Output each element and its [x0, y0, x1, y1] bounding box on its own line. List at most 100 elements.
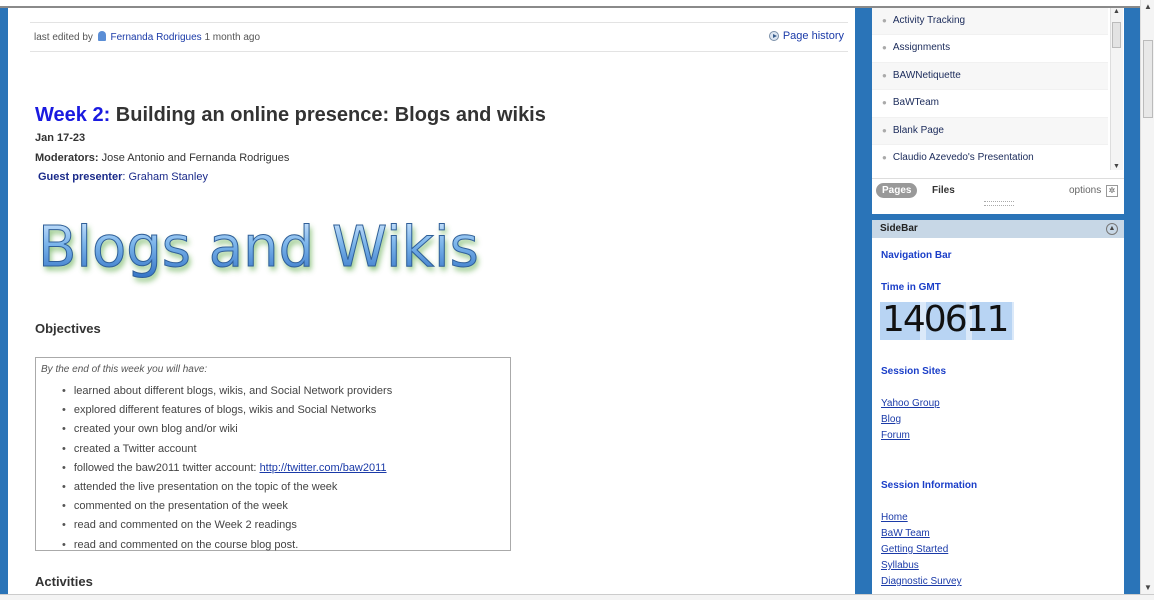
page-list-label: Activity Tracking	[892, 15, 966, 26]
pages-panel: ● Activity Tracking ● Assignments ● BAWNetiqu…	[872, 8, 1124, 214]
page-list-item[interactable]: ● Blank Page	[872, 117, 1108, 145]
objective-item: created your own blog and/or wiki	[62, 420, 392, 439]
edit-info-bar: last edited by Fernanda Rodrigues 1 mont…	[30, 22, 848, 52]
week-label: Week 2:	[35, 104, 111, 126]
objectives-intro: By the end of this week you will have:	[41, 364, 208, 375]
syllabus-link[interactable]: Syllabus	[881, 560, 919, 571]
gmt-clock: 140611	[880, 299, 1014, 340]
scroll-down-arrow-icon[interactable]: ▼	[1144, 583, 1152, 592]
options-label: options	[1068, 185, 1102, 196]
sidebar-header: SideBar ▲	[872, 220, 1124, 238]
scroll-down-arrow-icon[interactable]: ▼	[1113, 163, 1120, 170]
page-list-item[interactable]: ● Activity Tracking	[872, 8, 1108, 36]
bullet-icon: ●	[882, 98, 887, 108]
page-list-label: Claudio Azevedo's Presentation	[892, 151, 1034, 163]
banner-text: Blogs and Wikis	[38, 215, 479, 280]
wiki-page-content: last edited by Fernanda Rodrigues 1 mont…	[24, 8, 854, 594]
objective-item: explored different features of blogs, wi…	[62, 401, 392, 420]
window-scrollbar[interactable]: ▲ ▼	[1140, 0, 1154, 594]
page-list-item[interactable]: ● BAWNetiquette	[872, 62, 1108, 91]
user-icon	[97, 31, 106, 41]
diagnostic-survey-link[interactable]: Diagnostic Survey	[881, 576, 962, 587]
edit-time: 1 month ago	[204, 32, 261, 43]
moderators-label: Moderators:	[35, 152, 99, 164]
getting-started-link[interactable]: Getting Started	[881, 544, 948, 555]
options-button[interactable]: options ✲	[1069, 185, 1118, 197]
page-list-label: Blank Page	[892, 124, 944, 136]
resize-grip[interactable]	[984, 201, 1014, 206]
guest-label: Guest presenter	[38, 171, 123, 183]
objective-text: learned about different blogs, wikis, an…	[73, 385, 393, 397]
page-list-label: BaWTeam	[892, 97, 939, 109]
clock-digits: 140611	[882, 299, 1009, 340]
moderators-line: Moderators: Jose Antonio and Fernanda Ro…	[35, 152, 289, 164]
last-edited-prefix: last edited by	[34, 32, 93, 43]
sidebar-title: SideBar	[880, 223, 918, 234]
scroll-up-arrow-icon[interactable]: ▲	[1144, 2, 1152, 11]
guest-presenter-line: Guest presenter: Graham Stanley	[38, 171, 208, 183]
week-title: Building an online presence: Blogs and w…	[115, 104, 546, 126]
objective-item: followed the baw2011 twitter account: ht…	[62, 459, 392, 478]
session-sites-heading: Session Sites	[881, 366, 947, 377]
tab-pages[interactable]: Pages	[876, 183, 918, 198]
objective-text: followed the baw2011 twitter account:	[73, 461, 257, 474]
objective-text: created a Twitter account	[73, 442, 197, 455]
sidebar-panel: SideBar ▲ Navigation Bar Time in GMT 140…	[872, 220, 1124, 594]
objectives-box: By the end of this week you will have: l…	[35, 357, 511, 551]
page-history-link[interactable]: Page history	[768, 30, 844, 42]
page-history-label: Page history	[782, 30, 844, 42]
navigation-bar-heading: Navigation Bar	[881, 250, 952, 261]
editor-link[interactable]: Fernanda Rodrigues	[111, 32, 202, 43]
objectives-list: learned about different blogs, wikis, an…	[62, 382, 392, 555]
blog-link[interactable]: Blog	[881, 414, 901, 425]
bullet-icon: ●	[882, 16, 887, 25]
page-list-item[interactable]: ● Assignments	[872, 35, 1108, 63]
guest-name: Graham Stanley	[128, 171, 208, 183]
forum-link[interactable]: Forum	[881, 430, 910, 441]
page-list-item[interactable]: ● Claudio Azevedo's Presentation	[872, 145, 1108, 170]
page-title: Week 2: Building an online presence: Blo…	[35, 104, 546, 127]
scroll-up-arrow-icon[interactable]: ▲	[1113, 8, 1120, 15]
session-information-heading: Session Information	[881, 480, 978, 491]
bullet-icon: ●	[882, 70, 887, 80]
baw-team-link[interactable]: BaW Team	[881, 528, 930, 539]
bullet-icon: ●	[882, 43, 887, 53]
activities-heading: Activities	[35, 574, 93, 589]
last-edited-text: last edited by Fernanda Rodrigues 1 mont…	[34, 31, 260, 43]
moderators-names: Jose Antonio and Fernanda Rodrigues	[101, 152, 290, 164]
week-dates: Jan 17-23	[35, 132, 86, 144]
gear-icon: ✲	[1106, 185, 1118, 197]
blogs-and-wikis-banner: Blogs and Wikis Blogs and Wikis	[38, 215, 481, 285]
page-list-label: BAWNetiquette	[892, 69, 961, 81]
objective-item: created a Twitter account	[62, 440, 392, 459]
history-icon	[768, 31, 779, 41]
pages-panel-footer: Pages Files options ✲	[872, 178, 1124, 203]
objective-text: attended the live presentation on the to…	[73, 481, 338, 494]
window-scroll-thumb[interactable]	[1143, 40, 1153, 118]
page-list-item[interactable]: ● BaWTeam	[872, 90, 1108, 118]
objective-item: read and commented on the course blog po…	[62, 536, 392, 555]
bullet-icon: ●	[882, 152, 887, 162]
bottom-status-strip	[0, 594, 1154, 600]
pages-scrollbar[interactable]: ▲ ▼	[1110, 8, 1123, 170]
home-link[interactable]: Home	[881, 512, 908, 523]
objective-text: read and commented on the Week 2 reading…	[73, 519, 297, 532]
bullet-icon: ●	[882, 125, 887, 135]
objective-text: read and commented on the course blog po…	[73, 538, 299, 551]
objective-text: commented on the presentation of the wee…	[73, 500, 288, 513]
page-list-label: Assignments	[892, 42, 951, 54]
twitter-link[interactable]: http://twitter.com/baw2011	[260, 462, 387, 474]
yahoo-group-link[interactable]: Yahoo Group	[881, 398, 940, 409]
right-column: ● Activity Tracking ● Assignments ● BAWNetiqu…	[860, 8, 1140, 594]
objectives-heading: Objectives	[35, 321, 101, 336]
pages-list: ● Activity Tracking ● Assignments ● BAWNetiqu…	[872, 8, 1108, 170]
objective-item: attended the live presentation on the to…	[62, 478, 392, 497]
time-gmt-heading: Time in GMT	[881, 282, 941, 293]
collapse-icon[interactable]: ▲	[1106, 223, 1118, 235]
objective-item: read and commented on the Week 2 reading…	[62, 516, 392, 535]
objective-text: created your own blog and/or wiki	[73, 423, 238, 436]
objective-text: explored different features of blogs, wi…	[73, 404, 377, 417]
objective-item: learned about different blogs, wikis, an…	[62, 382, 392, 401]
pages-scroll-thumb[interactable]	[1112, 22, 1121, 48]
tab-files[interactable]: Files	[932, 185, 955, 196]
